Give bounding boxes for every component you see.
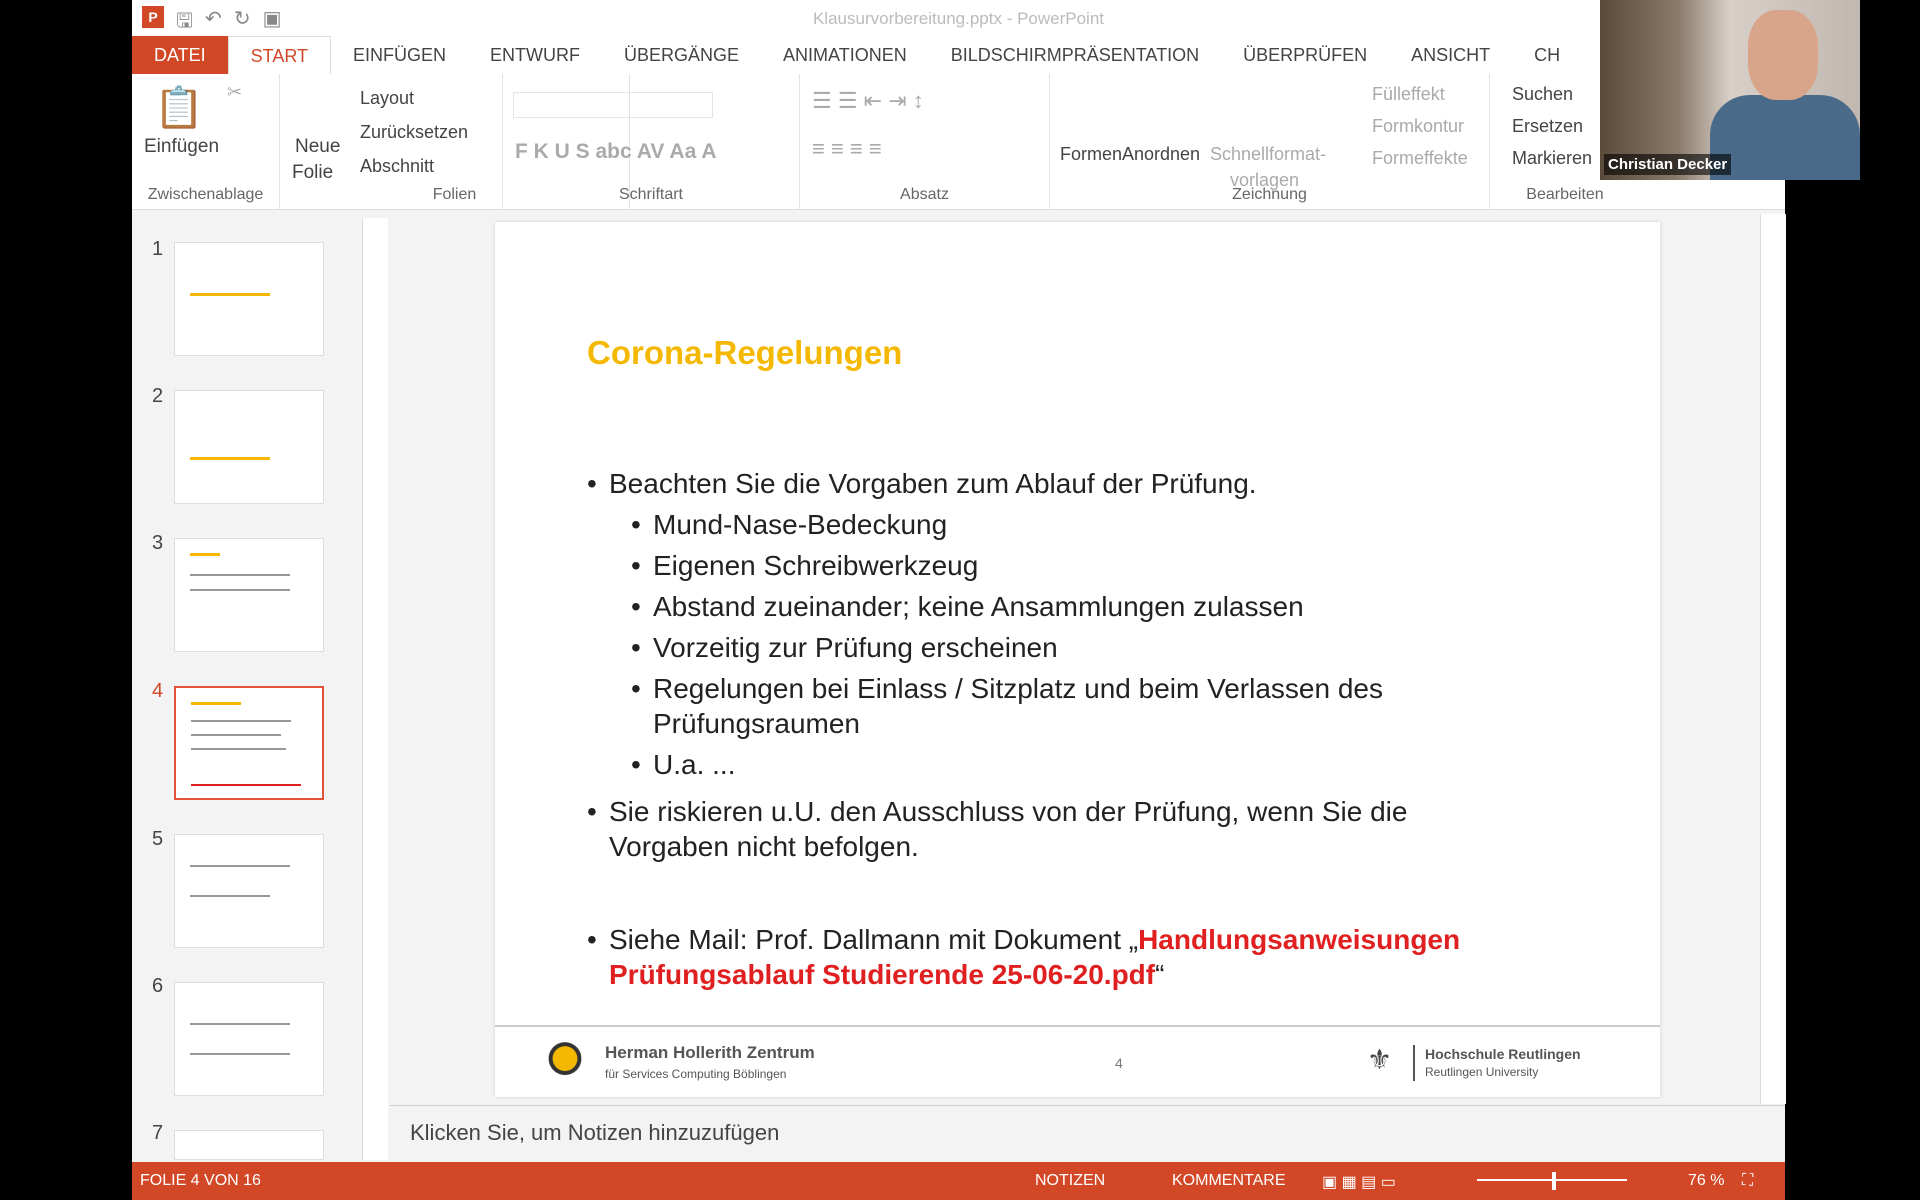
tab-ueberpruefen[interactable]: ÜBERPRÜFEN [1221,36,1389,74]
find-button[interactable]: Suchen [1512,84,1573,105]
slide-thumbnail[interactable] [174,242,324,356]
slide-thumbnail[interactable] [174,390,324,504]
paste-icon: 📋 [154,86,204,130]
group-font: F K U S abc AV Aa A Schriftart [502,74,800,210]
slide-counter: FOLIE 4 VON 16 [140,1172,261,1189]
arrange-button[interactable]: Anordnen [1122,144,1200,165]
slide-thumbnail[interactable] [174,1130,324,1160]
tab-uebergaenge[interactable]: ÜBERGÄNGE [602,36,761,74]
group-label: Schriftart [618,186,683,203]
bullet: Sie riskieren u.U. den Ausschluss von de… [587,794,1507,864]
cut-icon[interactable]: ✂ [227,82,242,103]
slide-canvas[interactable]: Corona-Regelungen Beachten Sie die Vorga… [495,222,1660,1097]
outline-button[interactable]: Formkontur [1372,116,1464,137]
sub-bullet: Eigenen Schreibwerkzeug [587,548,1587,583]
sub-bullet: U.a. ... [587,747,1587,782]
slide-thumbnail-selected[interactable] [174,686,324,800]
group-paragraph: ☰ ☰ ⇤ ⇥ ↕ ≡ ≡ ≡ ≡ Absatz [800,74,1050,210]
status-bar: FOLIE 4 VON 16 NOTIZEN KOMMENTARE ▣ ▦ ▤ … [132,1162,1785,1200]
thumb-number: 5 [152,828,164,850]
group-clipboard: 📋 Einfügen ✂ Zwischenablage [132,74,280,210]
uni-name-en: Reutlingen University [1425,1065,1539,1079]
tab-animationen[interactable]: ANIMATIONEN [761,36,929,74]
tab-start[interactable]: START [227,36,332,74]
group-label: Bearbeiten [1526,186,1604,203]
sub-bullet: Mund-Nase-Bedeckung [587,507,1587,542]
select-button[interactable]: Markieren [1512,148,1592,169]
align-icons[interactable]: ≡ ≡ ≡ ≡ [812,136,882,162]
person-face [1748,10,1818,100]
section-button[interactable]: Abschnitt [360,156,434,177]
sub-bullet: Regelungen bei Einlass / Sitzplatz und b… [587,671,1487,741]
thumb-number: 3 [152,532,164,554]
bullet: Beachten Sie die Vorgaben zum Ablauf der… [587,466,1587,501]
tab-bildschirmpraesentation[interactable]: BILDSCHIRMPRÄSENTATION [929,36,1221,74]
reset-button[interactable]: Zurücksetzen [360,122,468,143]
hhz-logo-icon [535,1041,585,1085]
notes-area[interactable]: Klicken Sie, um Notizen hinzuzufügen [390,1105,1785,1160]
notes-button[interactable]: NOTIZEN [1035,1172,1105,1190]
slide-thumbnail[interactable] [174,834,324,948]
tab-ansicht[interactable]: ANSICHT [1389,36,1512,74]
group-drawing: Formen Anordnen Schnellformat- vorlagen … [1050,74,1490,210]
slide-footer: Herman Hollerith Zentrum für Services Co… [495,1025,1660,1097]
group-label: Absatz [900,186,949,203]
shapes-button[interactable]: Formen [1060,144,1122,165]
paste-button[interactable]: Einfügen [144,136,219,158]
new-slide-label[interactable]: Folie [292,162,333,184]
thumbnail-scrollbar[interactable] [362,218,388,1160]
thumb-number: 4 [152,680,164,702]
ribbon-tabs: DATEI START EINFÜGEN ENTWURF ÜBERGÄNGE A… [132,36,1785,74]
powerpoint-window: P 🖫 ↶ ↻ ▣ Klausurvorbereitung.pptx - Pow… [132,0,1786,1200]
slide-thumbnail[interactable] [174,982,324,1096]
normal-view-icon[interactable]: ▣ ▦ ▤ ▭ [1322,1172,1396,1192]
fill-button[interactable]: Fülleffekt [1372,84,1445,105]
sub-bullet: Vorzeitig zur Prüfung erscheinen [587,630,1587,665]
group-label: Zeichnung [1232,186,1307,203]
text: “ [1155,959,1165,990]
webcam-overlay: Christian Decker [1600,0,1860,180]
list-icons[interactable]: ☰ ☰ ⇤ ⇥ ↕ [812,88,924,114]
window-title: Klausurvorbereitung.pptx - PowerPoint [812,9,1105,28]
page-number: 4 [1115,1055,1123,1071]
university-logo-icon: ⚜ [1367,1044,1393,1075]
group-label: Zwischenablage [147,186,264,203]
slide-thumbnail-pane: 1 2 3 4 5 6 7 [132,210,390,1160]
comments-button[interactable]: KOMMENTARE [1172,1172,1285,1190]
university-name: Hochschule Reutlingen Reutlingen Universi… [1413,1045,1581,1081]
thumb-number: 2 [152,385,164,407]
zoom-level[interactable]: 76 % [1688,1172,1724,1190]
participant-name: Christian Decker [1604,154,1732,175]
person-torso [1710,95,1860,180]
tab-einfuegen[interactable]: EINFÜGEN [331,36,468,74]
tab-more[interactable]: CH [1512,36,1582,74]
title-bar: P 🖫 ↶ ↻ ▣ Klausurvorbereitung.pptx - Pow… [132,0,1785,36]
layout-button[interactable]: Layout [360,88,414,109]
replace-button[interactable]: Ersetzen [1512,116,1583,137]
uni-name: Hochschule Reutlingen [1425,1046,1581,1062]
slide-body[interactable]: Beachten Sie die Vorgaben zum Ablauf der… [587,460,1587,992]
fit-to-window-icon[interactable]: ⛶ [1742,1172,1753,1190]
footer-org-sub: für Services Computing Böblingen [605,1067,787,1081]
sub-bullet: Abstand zueinander; keine Ansammlungen z… [587,589,1587,624]
slide-title[interactable]: Corona-Regelungen [587,334,902,372]
new-slide-button[interactable]: Neue [295,136,340,158]
thumb-number: 7 [152,1122,164,1144]
ribbon: 📋 Einfügen ✂ Zwischenablage Neue Folie L… [132,74,1785,210]
bullet-mail: Siehe Mail: Prof. Dallmann mit Dokument … [587,922,1547,992]
font-format-buttons[interactable]: F K U S abc AV Aa A [515,140,716,164]
thumb-number: 1 [152,238,164,260]
thumb-number: 6 [152,975,164,997]
quick-styles-button[interactable]: Schnellformat- [1210,144,1326,165]
text: Siehe Mail: Prof. Dallmann mit Dokument … [609,924,1139,955]
footer-org: Herman Hollerith Zentrum [605,1043,815,1062]
font-name-dropdown[interactable] [513,92,713,118]
tab-entwurf[interactable]: ENTWURF [468,36,602,74]
zoom-slider-thumb[interactable] [1552,1172,1556,1190]
effects-button[interactable]: Formeffekte [1372,148,1468,169]
slide-thumbnail[interactable] [174,538,324,652]
tab-datei[interactable]: DATEI [132,36,228,74]
slide-scrollbar[interactable] [1760,214,1786,1104]
